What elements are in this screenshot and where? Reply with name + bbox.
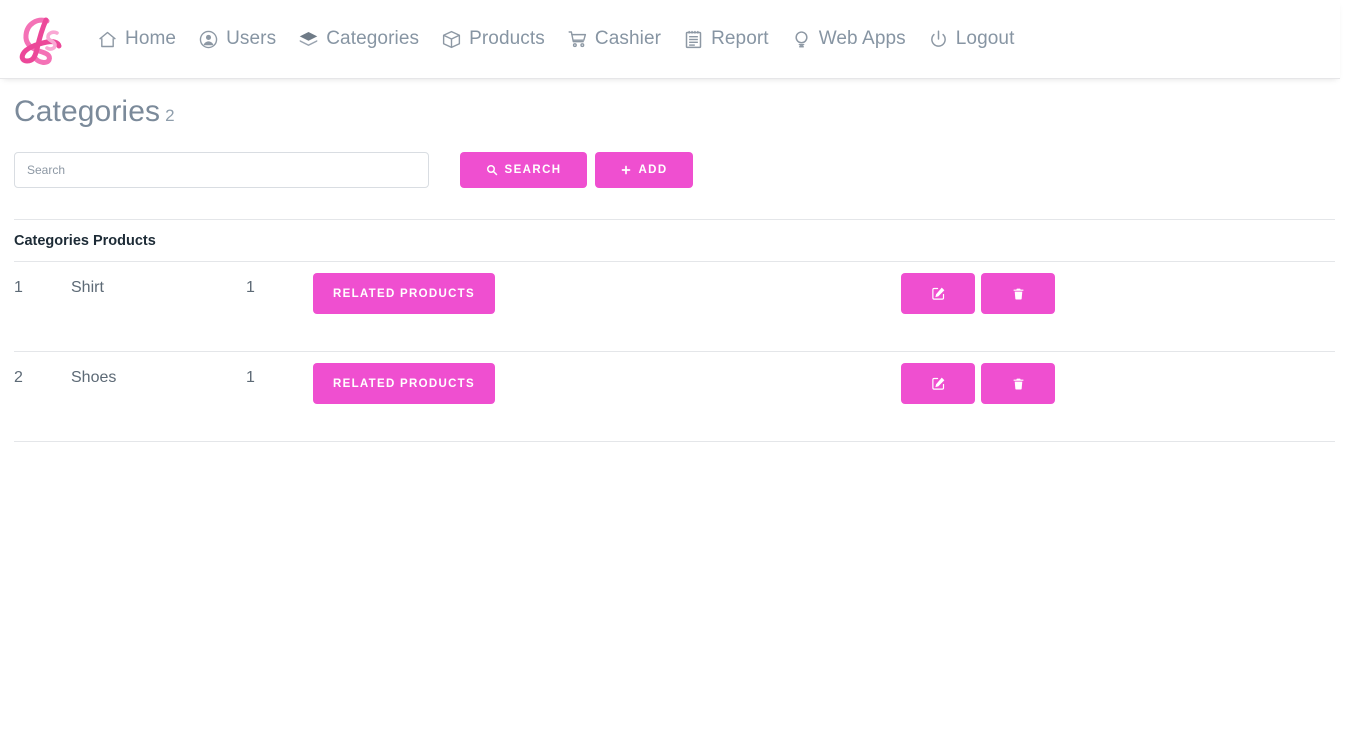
cell-related: RELATED PRODUCTS xyxy=(313,352,901,442)
search-button-label: SEARCH xyxy=(505,164,562,176)
add-button[interactable]: ADD xyxy=(595,152,693,188)
nav-items: Home Users Categories xyxy=(86,24,1025,54)
plus-icon xyxy=(620,164,632,176)
cell-name: Shirt xyxy=(71,262,246,352)
trash-icon xyxy=(1012,287,1025,301)
nav-item-label: Logout xyxy=(956,28,1015,50)
table-row: 1 Shirt 1 RELATED PRODUCTS xyxy=(14,262,1335,352)
shopping-cart-icon xyxy=(567,29,588,50)
row-name: Shirt xyxy=(71,262,246,297)
nav-item-web-apps[interactable]: Web Apps xyxy=(780,24,917,54)
cell-name: Shoes xyxy=(71,352,246,442)
categories-table-wrap: Categories Products 1 Shirt 1 xyxy=(14,219,1335,442)
edit-button[interactable] xyxy=(901,363,975,404)
nav-item-label: Home xyxy=(125,28,176,50)
row-count: 1 xyxy=(246,262,313,297)
page-title-count: 2 xyxy=(165,106,175,125)
nav-item-report[interactable]: Report xyxy=(672,24,780,54)
page-title-text: Categories xyxy=(14,95,160,128)
table-header-title: Categories Products xyxy=(14,220,1335,262)
cell-id: 2 xyxy=(14,352,71,442)
trash-icon xyxy=(1012,377,1025,391)
nav-item-products[interactable]: Products xyxy=(430,24,556,54)
user-circle-icon xyxy=(198,29,219,50)
row-id: 1 xyxy=(14,262,71,297)
nav-item-home[interactable]: Home xyxy=(86,24,187,54)
page-title: Categories 2 xyxy=(14,79,1335,135)
row-actions xyxy=(901,363,1335,404)
magnifier-icon xyxy=(486,164,498,176)
lightbulb-icon xyxy=(791,29,812,50)
delete-button[interactable] xyxy=(981,273,1055,314)
row-actions xyxy=(901,273,1335,314)
cell-id: 1 xyxy=(14,262,71,352)
nav-item-label: Cashier xyxy=(595,28,661,50)
top-navbar: Home Users Categories xyxy=(0,0,1340,79)
power-icon xyxy=(928,29,949,50)
related-products-button[interactable]: RELATED PRODUCTS xyxy=(313,273,495,314)
edit-square-icon xyxy=(931,376,946,391)
box-icon xyxy=(441,29,462,50)
related-products-label: RELATED PRODUCTS xyxy=(333,378,475,390)
layers-icon xyxy=(298,29,319,50)
search-button[interactable]: SEARCH xyxy=(460,152,587,188)
edit-button[interactable] xyxy=(901,273,975,314)
table-header-row: Categories Products xyxy=(14,220,1335,262)
table-row: 2 Shoes 1 RELATED PRODUCTS xyxy=(14,352,1335,442)
nav-item-cashier[interactable]: Cashier xyxy=(556,24,672,54)
home-icon xyxy=(97,29,118,50)
row-count: 1 xyxy=(246,352,313,387)
nav-item-logout[interactable]: Logout xyxy=(917,24,1026,54)
nav-item-label: Users xyxy=(226,28,276,50)
row-name: Shoes xyxy=(71,352,246,387)
related-products-label: RELATED PRODUCTS xyxy=(333,288,475,300)
add-button-label: ADD xyxy=(638,164,667,176)
related-products-button[interactable]: RELATED PRODUCTS xyxy=(313,363,495,404)
cell-count: 1 xyxy=(246,352,313,442)
nav-item-label: Report xyxy=(711,28,769,50)
cell-actions xyxy=(901,262,1335,352)
categories-table: Categories Products 1 Shirt 1 xyxy=(14,219,1335,442)
delete-button[interactable] xyxy=(981,363,1055,404)
row-id: 2 xyxy=(14,352,71,387)
nav-item-users[interactable]: Users xyxy=(187,24,287,54)
edit-square-icon xyxy=(931,286,946,301)
nav-item-label: Web Apps xyxy=(819,28,906,50)
cell-actions xyxy=(901,352,1335,442)
nav-item-categories[interactable]: Categories xyxy=(287,24,430,54)
search-toolbar: SEARCH ADD xyxy=(14,152,1335,188)
table-body: 1 Shirt 1 RELATED PRODUCTS xyxy=(14,262,1335,442)
cell-count: 1 xyxy=(246,262,313,352)
brand-logo[interactable] xyxy=(12,10,68,68)
page-body: Categories2 SEARCH ADD Categor xyxy=(0,79,1349,442)
search-input[interactable] xyxy=(14,152,429,188)
nav-item-label: Categories xyxy=(326,28,419,50)
table-head: Categories Products xyxy=(14,220,1335,262)
cell-related: RELATED PRODUCTS xyxy=(313,262,901,352)
nav-item-label: Products xyxy=(469,28,545,50)
notepad-icon xyxy=(683,29,704,50)
